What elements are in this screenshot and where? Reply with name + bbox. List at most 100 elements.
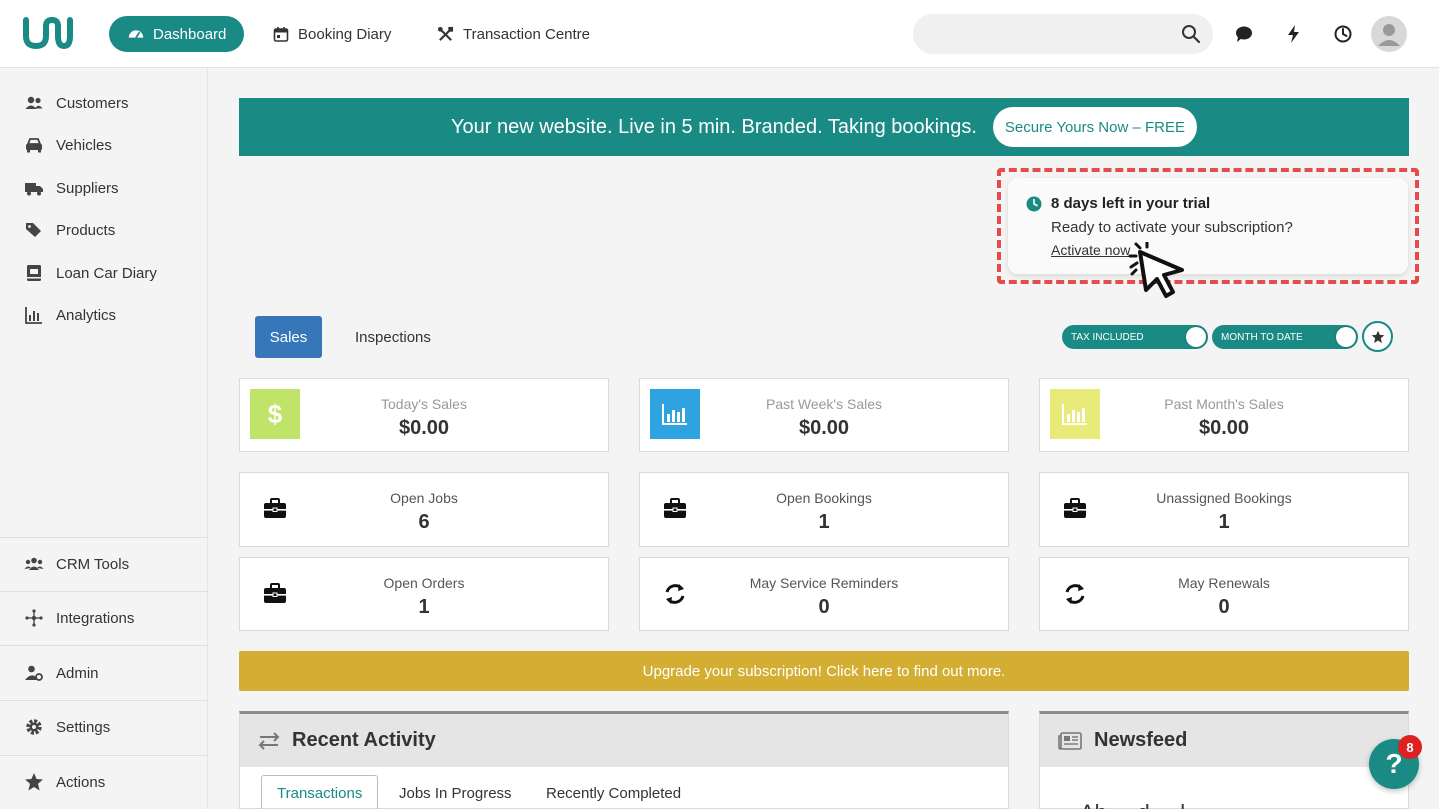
- sidebar-item-loan-car-diary[interactable]: Loan Car Diary: [0, 252, 208, 294]
- past-week-sales-card[interactable]: Past Week's Sales $0.00: [639, 378, 1009, 452]
- open-bookings-card[interactable]: Open Bookings 1: [639, 472, 1009, 547]
- sidebar-item-analytics[interactable]: Analytics: [0, 294, 208, 336]
- sidebar-item-label: Actions: [56, 773, 106, 791]
- nav-booking-diary[interactable]: Booking Diary: [273, 16, 391, 52]
- chart-icon: [25, 307, 42, 324]
- nav-transaction-centre[interactable]: Transaction Centre: [437, 16, 590, 52]
- sidebar-item-customers[interactable]: Customers: [0, 82, 208, 124]
- sidebar-item-crm-tools[interactable]: CRM Tools: [0, 543, 208, 585]
- nav-transaction-centre-label: Transaction Centre: [463, 25, 591, 43]
- unassigned-bookings-card[interactable]: Unassigned Bookings 1: [1039, 472, 1409, 547]
- card-label: May Service Reminders: [749, 575, 899, 591]
- avatar[interactable]: [1371, 16, 1407, 52]
- sidebar-item-label: Customers: [56, 94, 129, 112]
- help-notification-badge: 8: [1398, 735, 1422, 759]
- sidebar-item-integrations[interactable]: Integrations: [0, 597, 208, 639]
- integrations-icon: [25, 609, 43, 627]
- logo-icon[interactable]: [22, 14, 74, 52]
- open-jobs-card[interactable]: Open Jobs 6: [239, 472, 609, 547]
- card-value: $0.00: [1198, 417, 1250, 439]
- nav-dashboard-label: Dashboard: [153, 25, 227, 43]
- user-cog-icon: [25, 665, 43, 681]
- panel-title: Recent Activity: [292, 729, 436, 751]
- tax-included-label: TAX INCLUDED: [1071, 331, 1144, 343]
- toggle-knob: [1186, 327, 1206, 347]
- newsfeed-panel: Newsfeed Ah ... d ... l ...: [1039, 711, 1409, 809]
- card-label: Today's Sales: [381, 396, 467, 412]
- gauge-icon: [128, 30, 144, 39]
- sidebar-item-actions[interactable]: Actions: [0, 761, 208, 803]
- activate-now-link[interactable]: Activate now: [1051, 242, 1130, 258]
- card-value: 0: [1218, 596, 1230, 618]
- nav-dashboard[interactable]: Dashboard: [109, 16, 245, 52]
- sidebar-divider: [0, 645, 208, 646]
- card-value: 1: [418, 596, 430, 618]
- sidebar-divider: [0, 755, 208, 756]
- promo-banner: Your new website. Live in 5 min. Branded…: [239, 98, 1409, 156]
- sidebar-divider: [0, 537, 208, 538]
- card-value: 0: [818, 596, 830, 618]
- todays-sales-card[interactable]: $ Today's Sales $0.00: [239, 378, 609, 452]
- card-label: Unassigned Bookings: [1156, 490, 1292, 506]
- tab-recently-completed[interactable]: Recently Completed: [546, 775, 681, 809]
- top-bar: Dashboard Booking Diary Transaction Cent…: [0, 0, 1439, 68]
- recent-activity-panel: Recent Activity Transactions Jobs In Pro…: [239, 711, 1009, 809]
- promo-text: Your new website. Live in 5 min. Branded…: [451, 115, 977, 138]
- panel-title: Newsfeed: [1094, 729, 1188, 751]
- trial-title: 8 days left in your trial: [1051, 195, 1211, 212]
- tab-sales[interactable]: Sales: [255, 316, 322, 358]
- clock-icon: [1026, 196, 1042, 212]
- search-icon[interactable]: [1181, 24, 1201, 44]
- card-label: Past Week's Sales: [765, 396, 883, 412]
- sidebar-item-admin[interactable]: Admin: [0, 652, 208, 694]
- star-icon: [1371, 330, 1384, 343]
- tab-transactions[interactable]: Transactions: [261, 775, 379, 809]
- calendar-icon: [273, 27, 289, 42]
- star-icon: [25, 773, 43, 791]
- chat-icon[interactable]: [1234, 24, 1254, 44]
- card-label: Open Jobs: [390, 490, 458, 506]
- tab-inspections[interactable]: Inspections: [355, 316, 431, 358]
- sidebar-item-label: Settings: [56, 718, 111, 736]
- secure-website-button[interactable]: Secure Yours Now – FREE: [992, 107, 1197, 147]
- tags-icon: [26, 223, 41, 237]
- tab-jobs-in-progress[interactable]: Jobs In Progress: [399, 775, 512, 809]
- past-month-sales-card[interactable]: Past Month's Sales $0.00: [1039, 378, 1409, 452]
- people-icon: [24, 557, 44, 570]
- newsfeed-header: Newsfeed: [1040, 714, 1408, 767]
- trial-notice: 8 days left in your trial Ready to activ…: [1008, 178, 1408, 274]
- renewals-card[interactable]: May Renewals 0: [1039, 557, 1409, 631]
- sidebar-item-suppliers[interactable]: Suppliers: [0, 167, 208, 209]
- sidebar-item-label: Analytics: [56, 306, 117, 324]
- favourite-button[interactable]: [1362, 321, 1393, 352]
- card-value: 1: [818, 511, 830, 533]
- sidebar-item-products[interactable]: Products: [0, 209, 208, 251]
- sidebar-item-label: Integrations: [56, 609, 135, 627]
- pointer-cursor-icon: [1128, 242, 1184, 298]
- sidebar-item-label: Vehicles: [56, 136, 112, 154]
- upgrade-banner[interactable]: Upgrade your subscription! Click here to…: [239, 651, 1409, 691]
- sidebar-divider: [0, 700, 208, 701]
- sidebar-item-label: Admin: [56, 664, 99, 682]
- sidebar-item-label: Loan Car Diary: [56, 264, 157, 282]
- user-icon: [1378, 24, 1400, 46]
- search-input[interactable]: [913, 14, 1213, 54]
- users-icon: [25, 96, 43, 109]
- sidebar-item-vehicles[interactable]: Vehicles: [0, 124, 208, 166]
- lightning-icon[interactable]: [1284, 24, 1304, 44]
- sidebar: Customers Vehicles Suppliers Products Lo…: [0, 69, 208, 809]
- history-icon[interactable]: [1333, 24, 1353, 44]
- nav-booking-diary-label: Booking Diary: [298, 25, 392, 43]
- card-label: Open Orders: [383, 575, 465, 591]
- newspaper-icon: [1058, 731, 1082, 750]
- tools-icon: [437, 26, 454, 41]
- tax-included-toggle[interactable]: TAX INCLUDED: [1062, 325, 1208, 349]
- sidebar-item-settings[interactable]: Settings: [0, 706, 208, 748]
- trial-subtitle: Ready to activate your subscription?: [1051, 219, 1293, 236]
- card-label: May Renewals: [1178, 575, 1270, 591]
- open-orders-card[interactable]: Open Orders 1: [239, 557, 609, 631]
- service-reminders-card[interactable]: May Service Reminders 0: [639, 557, 1009, 631]
- month-to-date-toggle[interactable]: MONTH TO DATE: [1212, 325, 1358, 349]
- book-icon: [27, 265, 41, 281]
- sidebar-item-label: Products: [56, 221, 116, 239]
